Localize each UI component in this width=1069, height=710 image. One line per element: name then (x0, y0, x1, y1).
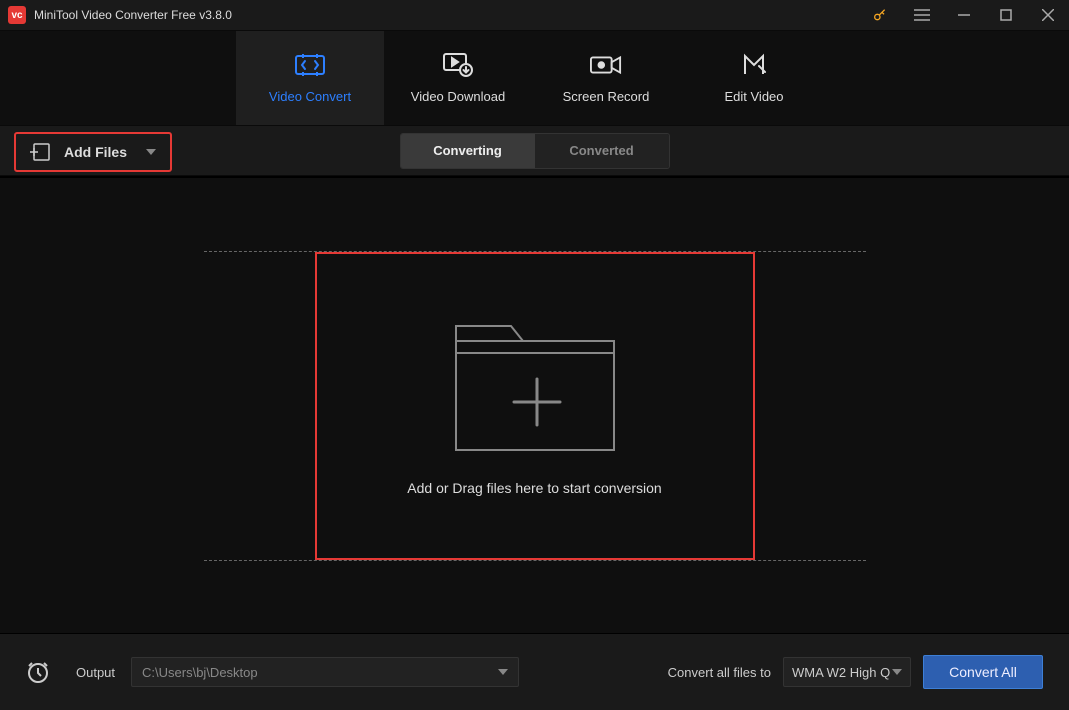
nav-edit-video-label: Edit Video (724, 89, 783, 104)
nav-video-convert-label: Video Convert (269, 89, 351, 104)
edit-video-icon (738, 53, 770, 77)
maximize-button[interactable] (993, 2, 1019, 28)
nav-video-convert[interactable]: Video Convert (236, 31, 384, 125)
chevron-down-icon (498, 669, 508, 675)
minimize-button[interactable] (951, 2, 977, 28)
chevron-down-icon (146, 149, 156, 155)
folder-add-icon (450, 316, 620, 456)
hamburger-menu-icon[interactable] (909, 2, 935, 28)
convert-all-button[interactable]: Convert All (923, 655, 1043, 689)
convert-all-files-label: Convert all files to (668, 665, 771, 680)
nav-video-download[interactable]: Video Download (384, 31, 532, 125)
key-icon[interactable] (867, 2, 893, 28)
output-path-select[interactable]: C:\Users\bj\Desktop (131, 657, 519, 687)
top-nav: Video Convert Video Download Screen Reco… (0, 31, 1069, 125)
output-label: Output (76, 665, 115, 680)
tab-converting[interactable]: Converting (401, 134, 535, 168)
window-controls (867, 2, 1061, 28)
format-select-value: WMA W2 High Q (792, 665, 890, 680)
status-tabgroup: Converting Converted (400, 133, 670, 169)
close-button[interactable] (1035, 2, 1061, 28)
footer: Output C:\Users\bj\Desktop Convert all f… (0, 633, 1069, 710)
nav-edit-video[interactable]: Edit Video (680, 31, 828, 125)
dropzone[interactable]: Add or Drag files here to start conversi… (315, 252, 755, 560)
screen-record-icon (590, 53, 622, 77)
format-select[interactable]: WMA W2 High Q (783, 657, 911, 687)
nav-screen-record[interactable]: Screen Record (532, 31, 680, 125)
chevron-down-icon (892, 669, 902, 675)
tab-converted[interactable]: Converted (535, 134, 669, 168)
app-logo-icon: vc (8, 6, 26, 24)
add-files-icon (30, 143, 50, 161)
app-title: MiniTool Video Converter Free v3.8.0 (34, 8, 867, 22)
titlebar: vc MiniTool Video Converter Free v3.8.0 (0, 0, 1069, 31)
toolbar: Add Files Converting Converted (0, 125, 1069, 176)
video-download-icon (442, 53, 474, 77)
output-path-text: C:\Users\bj\Desktop (142, 665, 258, 680)
video-convert-icon (294, 53, 326, 77)
main-area: Add or Drag files here to start conversi… (0, 176, 1069, 633)
dropzone-text: Add or Drag files here to start conversi… (407, 480, 661, 496)
clock-icon[interactable] (26, 660, 50, 684)
dropzone-border: Add or Drag files here to start conversi… (204, 251, 866, 561)
nav-screen-record-label: Screen Record (563, 89, 650, 104)
nav-video-download-label: Video Download (411, 89, 505, 104)
add-files-button[interactable]: Add Files (14, 132, 172, 172)
add-files-label: Add Files (64, 144, 127, 160)
